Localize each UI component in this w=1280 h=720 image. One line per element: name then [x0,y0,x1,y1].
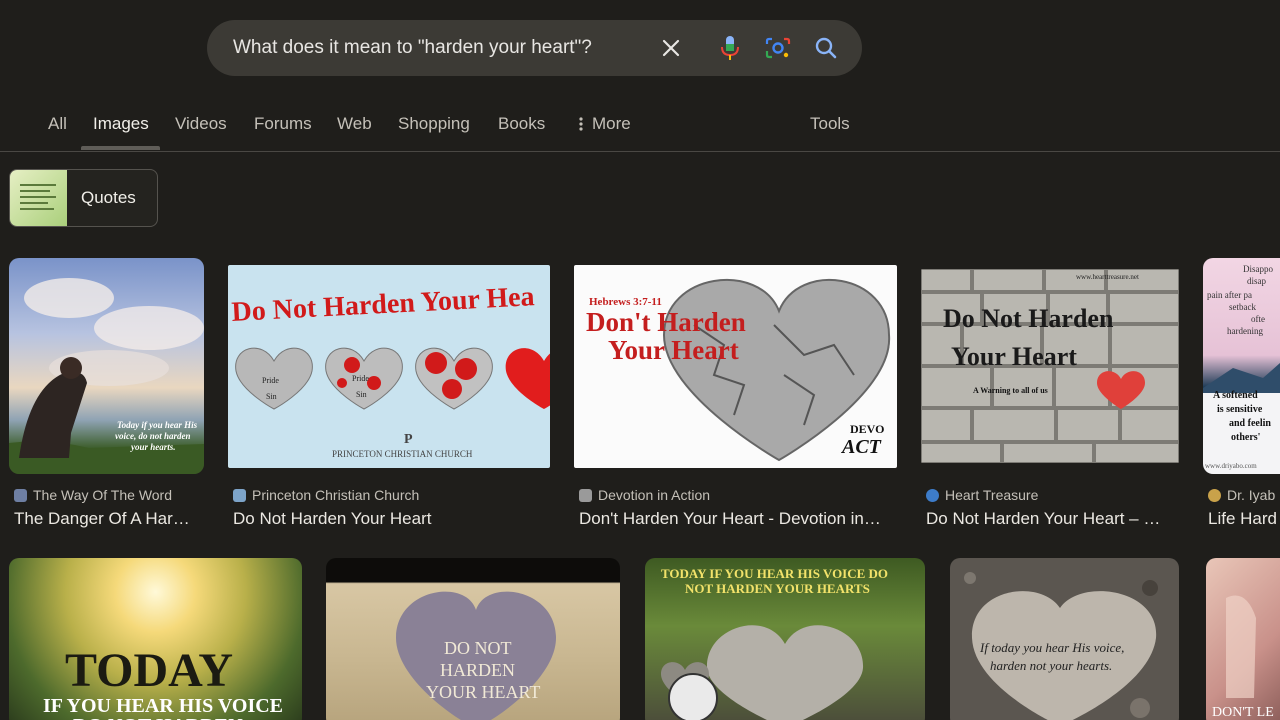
result-thumbnail: Do Not Harden Your Hea Pride Sin Pride S… [228,265,550,468]
svg-text:DEVO: DEVO [850,422,884,436]
svg-text:Disappo: Disappo [1243,264,1273,274]
close-icon[interactable] [657,34,685,62]
image-result[interactable]: DON'T LE [1206,558,1280,720]
svg-text:DON'T LE: DON'T LE [1212,705,1274,720]
result-title[interactable]: Do Not Harden Your Heart – … [926,509,1179,529]
svg-text:Sin: Sin [266,392,277,401]
tab-images[interactable]: Images [93,114,149,134]
image-result[interactable]: www.hearttreasure.net Do Not Harden Your… [921,258,1179,530]
svg-text:hardening: hardening [1227,326,1263,336]
image-result[interactable]: If today you hear His voice, harden not … [950,558,1179,720]
svg-text:ACT: ACT [840,436,882,458]
result-thumbnail: DO NOT HARDEN YOUR HEART [326,558,620,720]
tab-web[interactable]: Web [337,114,372,134]
search-tabs: All Images Videos Forums Web Shopping Bo… [0,100,1280,152]
svg-text:www.driyabo.com: www.driyabo.com [1205,462,1257,470]
tab-more[interactable]: More [578,114,631,134]
result-title[interactable]: Do Not Harden Your Heart [233,509,550,529]
image-result[interactable]: TODAY IF YOU HEAR HIS VOICE DO NOT HARDE… [9,558,302,720]
svg-text:Today if you hear His: Today if you hear His [117,420,198,430]
result-thumbnail: TODAY IF YOU HEAR HIS VOICE DO NOT HARDE… [9,558,302,720]
result-thumbnail: DON'T LE [1206,558,1280,720]
svg-text:voice, do not harden: voice, do not harden [115,431,191,441]
lens-icon[interactable] [764,34,792,62]
result-source: Devotion in Action [598,487,711,503]
result-thumbnail: www.hearttreasure.net Do Not Harden Your… [921,269,1179,463]
tab-forums[interactable]: Forums [254,114,312,134]
result-thumbnail: Disappo disap pain after pa setback ofte… [1203,258,1280,474]
source-favicon-icon [14,488,27,502]
svg-text:www.hearttreasure.net: www.hearttreasure.net [1076,273,1139,281]
tools-button[interactable]: Tools [810,114,850,134]
svg-text:and feelin: and feelin [1229,418,1271,429]
svg-text:YOUR HEART: YOUR HEART [426,682,540,702]
svg-text:pain after pa: pain after pa [1207,290,1252,300]
svg-text:ofte: ofte [1251,314,1265,324]
tab-books[interactable]: Books [498,114,545,134]
svg-text:Do Not Harden Your Hea: Do Not Harden Your Hea [231,281,536,328]
tab-videos[interactable]: Videos [175,114,227,134]
result-source: Dr. Iyab [1227,487,1276,503]
svg-text:your hearts.: your hearts. [130,442,176,452]
source-favicon-icon [233,488,246,502]
svg-text:disap: disap [1247,276,1266,286]
svg-text:HARDEN: HARDEN [440,660,515,680]
result-source: Heart Treasure [945,487,1039,503]
image-result[interactable]: Do Not Harden Your Hea Pride Sin Pride S… [228,258,550,530]
result-title[interactable]: The Danger Of A Har… [14,509,204,529]
chip-label: Quotes [81,188,136,207]
search-icon[interactable] [812,34,840,62]
tab-all[interactable]: All [48,114,67,134]
svg-text:Your Heart: Your Heart [951,342,1077,371]
chip-thumbnail [10,170,67,226]
active-tab-indicator [81,146,160,150]
result-title[interactable]: Don't Harden Your Heart - Devotion in… [579,509,897,529]
svg-text:harden not your hearts.: harden not your hearts. [990,658,1112,673]
svg-text:A softened: A softened [1213,390,1258,401]
svg-text:If today you hear His voice,: If today you hear His voice, [979,640,1124,655]
svg-text:others': others' [1231,432,1261,443]
result-title[interactable]: Life Hard [1208,509,1280,529]
tab-shopping[interactable]: Shopping [398,114,470,134]
svg-text:A Warning to all of us: A Warning to all of us [973,386,1048,395]
search-input[interactable]: What does it mean to "harden your heart"… [233,20,592,76]
image-result[interactable]: Today if you hear His voice, do not hard… [9,258,204,530]
svg-text:IF YOU HEAR HIS VOICE: IF YOU HEAR HIS VOICE [43,695,283,717]
search-bar[interactable]: What does it mean to "harden your heart"… [207,20,862,76]
source-favicon-icon [579,488,592,502]
svg-text:Do Not Harden: Do Not Harden [943,304,1114,333]
svg-text:Sin: Sin [356,390,367,399]
more-vert-icon [579,117,583,131]
result-thumbnail: TODAY IF YOU HEAR HIS VOICE DO NOT HARDE… [645,558,925,720]
tab-more-label: More [592,114,631,133]
svg-text:TODAY IF YOU HEAR HIS VOICE DO: TODAY IF YOU HEAR HIS VOICE DO [661,566,888,581]
svg-text:NOT HARDEN YOUR HEARTS: NOT HARDEN YOUR HEARTS [685,581,870,596]
result-thumbnail: Today if you hear His voice, do not hard… [9,258,204,474]
svg-text:is sensitive: is sensitive [1217,404,1263,415]
microphone-icon[interactable] [716,34,744,62]
wordpress-icon [926,488,939,502]
filter-chip-quotes[interactable]: Quotes [9,169,158,227]
image-result[interactable]: TODAY IF YOU HEAR HIS VOICE DO NOT HARDE… [645,558,925,720]
svg-text:Your Heart: Your Heart [608,335,739,365]
result-source: The Way Of The Word [33,487,173,503]
svg-text:Pride: Pride [352,374,369,383]
svg-text:DO NOT: DO NOT [444,638,512,658]
result-source: Princeton Christian Church [252,487,420,503]
svg-text:Don't Harden: Don't Harden [586,307,746,337]
svg-text:TODAY: TODAY [65,644,233,697]
result-thumbnail: If today you hear His voice, harden not … [950,558,1179,720]
image-result[interactable]: Disappo disap pain after pa setback ofte… [1203,258,1280,530]
svg-text:DO NOT HARDEN: DO NOT HARDEN [73,715,243,720]
svg-text:setback: setback [1229,302,1256,312]
svg-text:P: P [404,432,413,447]
image-result[interactable]: DO NOT HARDEN YOUR HEART [326,558,620,720]
svg-text:Pride: Pride [262,376,279,385]
source-favicon-icon [1208,488,1221,502]
image-result[interactable]: Hebrews 3:7-11 Don't Harden Your Heart D… [574,258,897,530]
result-thumbnail: Hebrews 3:7-11 Don't Harden Your Heart D… [574,265,897,468]
svg-text:PRINCETON CHRISTIAN CHURCH: PRINCETON CHRISTIAN CHURCH [332,449,473,459]
